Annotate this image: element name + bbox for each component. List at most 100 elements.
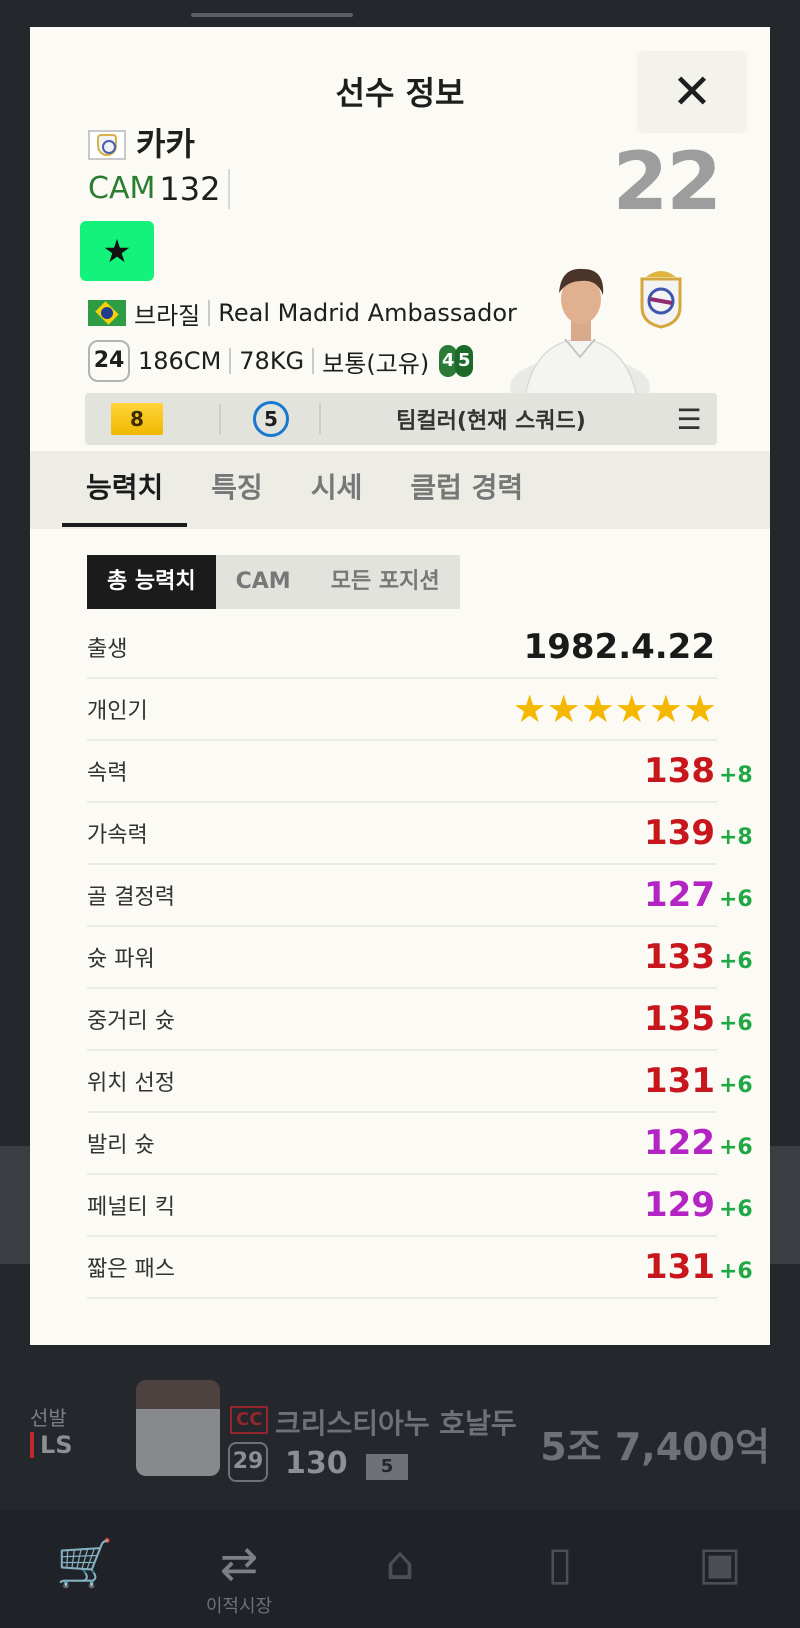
foot-rating: 4 5 — [439, 345, 474, 377]
stat-bonus: +8 — [719, 763, 753, 788]
birth-row: 출생 1982.4.22 — [87, 617, 717, 679]
star-badge[interactable]: ★ — [80, 221, 154, 281]
stat-bonus: +6 — [719, 1073, 753, 1098]
stat-row: 발리 슛 122 +6 — [87, 1113, 753, 1175]
stat-label: 중거리 슛 — [87, 1009, 175, 1034]
stat-label: 슛 파워 — [87, 947, 155, 972]
stat-label: 위치 선정 — [87, 1071, 175, 1096]
player-name: 크리스티아누 호날두 — [275, 1407, 517, 1440]
stat-label: 짧은 패스 — [87, 1257, 175, 1282]
stat-row: 가속력 139 +8 — [87, 803, 753, 865]
level-badge: 5 — [366, 1454, 408, 1480]
stat-bonus: +6 — [719, 1259, 753, 1284]
stat-value: 139 — [644, 813, 715, 853]
stat-bonus: +6 — [719, 1135, 753, 1160]
stat-row: 골 결정력 127 +6 — [87, 865, 753, 927]
stat-row: 속력 138 +8 — [87, 741, 753, 803]
summary-bar: 8 5 팀컬러(현재 스쿼드) ☰ — [85, 393, 717, 445]
tab-price[interactable]: 시세 — [311, 451, 363, 529]
card-tag: CC — [230, 1406, 269, 1434]
stat-label: 발리 슛 — [87, 1133, 155, 1158]
stat-value: 135 — [644, 999, 715, 1039]
divider — [219, 404, 221, 434]
stat-row: 슛 파워 133 +6 — [87, 927, 753, 989]
stat-value: 127 — [644, 875, 715, 915]
divider — [229, 348, 232, 374]
stat-bonus: +6 — [719, 1011, 753, 1036]
nationality-line: 브라질 Real Madrid Ambassador — [88, 295, 517, 331]
tab-traits[interactable]: 특징 — [211, 451, 263, 529]
bottom-navigation: 🛒 ⇄ 이적시장 ⌂ ▯ ▣ — [0, 1510, 800, 1628]
stat-row: 페널티 킥 129 +6 — [87, 1175, 753, 1237]
subtab-total[interactable]: 총 능력치 — [87, 555, 216, 609]
field-icon: ▯ — [547, 1536, 573, 1590]
locker-icon: ▣ — [698, 1536, 742, 1590]
position-label: CAM — [88, 171, 156, 206]
close-button[interactable]: ✕ — [637, 51, 747, 133]
club-crest-icon — [640, 271, 682, 329]
nav-shop[interactable]: 🛒 — [30, 1538, 140, 1588]
nav-club[interactable]: ▣ — [665, 1538, 775, 1588]
stat-label: 골 결정력 — [87, 885, 175, 910]
age-badge: 29 — [228, 1442, 268, 1482]
sheet-grabber[interactable] — [191, 13, 353, 17]
season-name: Real Madrid Ambassador — [218, 299, 517, 327]
kit-number: 22 — [612, 135, 722, 228]
stat-bonus: +8 — [719, 825, 753, 850]
player-info-modal: 선수 정보 ✕ 카카 CAM 132 22 ★ 브라질 Real Madrid … — [30, 27, 770, 1345]
subtab-all-positions[interactable]: 모든 포지션 — [311, 555, 460, 609]
nav-label: 이적시장 — [205, 1596, 273, 1617]
stat-label: 페널티 킥 — [87, 1195, 175, 1220]
nav-squad[interactable]: ▯ — [505, 1538, 615, 1588]
stat-value: 133 — [644, 937, 715, 977]
body-type: 보통(고유) — [322, 349, 430, 378]
position-label: LS — [30, 1432, 73, 1458]
skill-moves-row: 개인기 ★★★★★★ — [87, 679, 717, 741]
role-label: 선발 — [30, 1406, 67, 1430]
player-name: 카카 — [136, 125, 195, 163]
menu-icon[interactable]: ☰ — [661, 403, 717, 436]
stat-value: 122 — [644, 1123, 715, 1163]
tab-abilities[interactable]: 능력치 — [61, 451, 188, 529]
stat-value: 129 — [644, 1185, 715, 1225]
stat-bonus: +6 — [719, 887, 753, 912]
star-rating-icon: ★★★★★★ — [512, 687, 717, 731]
nav-transfer-market[interactable]: ⇄ 이적시장 — [184, 1538, 294, 1618]
overall-value: 132 — [159, 169, 231, 209]
stat-value: 131 — [644, 1061, 715, 1101]
divider — [208, 300, 211, 326]
stat-list: 출생 1982.4.22 개인기 ★★★★★★ 속력 138 +8 가속력 139 +8 골… — [87, 617, 753, 1299]
ability-subtabs: 총 능력치 CAM 모든 포지션 — [87, 555, 460, 609]
team-color-label[interactable]: 팀컬러(현재 스쿼드) — [321, 403, 661, 435]
subtab-cam[interactable]: CAM — [216, 555, 311, 609]
birth-date: 1982.4.22 — [523, 627, 715, 667]
home-icon: ⌂ — [385, 1536, 415, 1590]
stat-label: 속력 — [87, 761, 128, 786]
stat-label: 출생 — [87, 637, 128, 662]
position-overall: CAM 132 — [88, 167, 231, 211]
brazil-flag-icon — [88, 300, 126, 326]
stat-label: 가속력 — [87, 823, 148, 848]
stat-value: 138 — [644, 751, 715, 791]
stat-bonus: +6 — [719, 1197, 753, 1222]
background-player-row[interactable]: 선발 LS CC 크리스티아누 호날두 29 130 5 5조 7,400억 — [0, 1380, 800, 1490]
stat-value: 131 — [644, 1247, 715, 1287]
divider — [312, 348, 315, 374]
stat-row: 짧은 패스 131 +6 — [87, 1237, 753, 1299]
info-tabs: 능력치 특징 시세 클럽 경력 — [30, 451, 770, 529]
swap-arrows-icon: ⇄ — [219, 1536, 259, 1590]
price-value: 5조 7,400억 — [540, 1425, 770, 1469]
stat-row: 중거리 슛 135 +6 — [87, 989, 753, 1051]
nav-home[interactable]: ⌂ — [345, 1538, 455, 1588]
player-photo — [136, 1380, 220, 1476]
enhancement-grade-badge: 8 — [111, 403, 163, 435]
right-foot-value: 5 — [455, 345, 474, 377]
tab-club-history[interactable]: 클럽 경력 — [410, 451, 523, 529]
weight: 78KG — [239, 347, 305, 375]
age-badge: 24 — [88, 340, 130, 382]
cart-icon: 🛒 — [56, 1536, 114, 1590]
height: 186CM — [138, 347, 222, 375]
overall-value: 130 — [285, 1446, 348, 1481]
club-badge-icon — [88, 130, 126, 160]
nationality: 브라질 — [134, 301, 201, 330]
